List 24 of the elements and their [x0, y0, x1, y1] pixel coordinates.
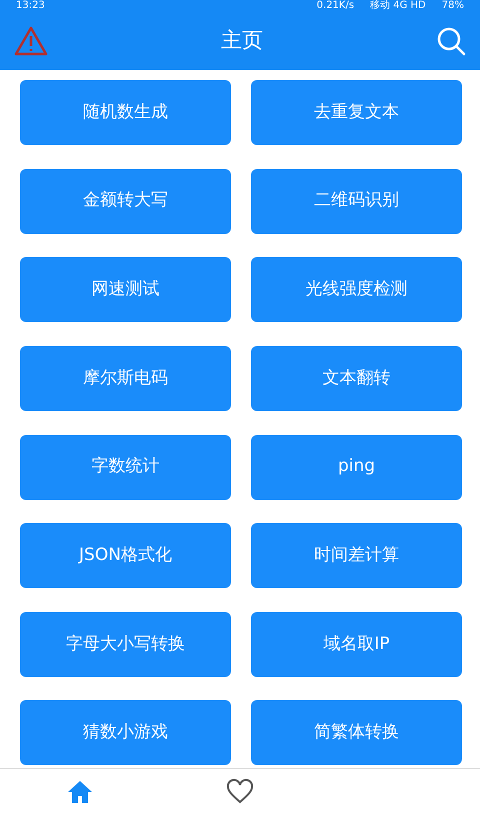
- battery-level: 78%: [442, 0, 464, 12]
- tool-button[interactable]: 光线强度检测: [251, 257, 462, 322]
- network-speed: 0.21K/s: [316, 0, 354, 12]
- page-title: 主页: [221, 27, 263, 54]
- tool-button[interactable]: ping: [251, 434, 462, 500]
- heart-icon[interactable]: [225, 778, 255, 806]
- tool-button[interactable]: 文本翻转: [251, 346, 462, 411]
- tool-button[interactable]: 网速测试: [20, 257, 231, 322]
- tool-button[interactable]: 字母大小写转换: [20, 612, 231, 677]
- tool-button[interactable]: 去重复文本: [251, 80, 462, 145]
- tool-button[interactable]: 时间差计算: [251, 523, 462, 588]
- tool-button[interactable]: JSON格式化: [20, 523, 231, 588]
- network-label: 移动 4G HD: [370, 0, 426, 12]
- warning-icon[interactable]: [14, 26, 48, 56]
- tool-button[interactable]: 简繁体转换: [251, 700, 462, 766]
- tool-button[interactable]: 随机数生成: [20, 80, 231, 145]
- search-icon[interactable]: [436, 26, 466, 56]
- tool-button[interactable]: 金额转大写: [20, 168, 231, 234]
- tool-button[interactable]: 摩尔斯电码: [20, 346, 231, 411]
- tool-button[interactable]: 域名取IP: [251, 612, 462, 677]
- tool-button[interactable]: 二维码识别: [251, 168, 462, 234]
- tool-button[interactable]: 字数统计: [20, 434, 231, 500]
- tool-button[interactable]: 猜数小游戏: [20, 700, 231, 766]
- status-time: 13:23: [16, 0, 45, 12]
